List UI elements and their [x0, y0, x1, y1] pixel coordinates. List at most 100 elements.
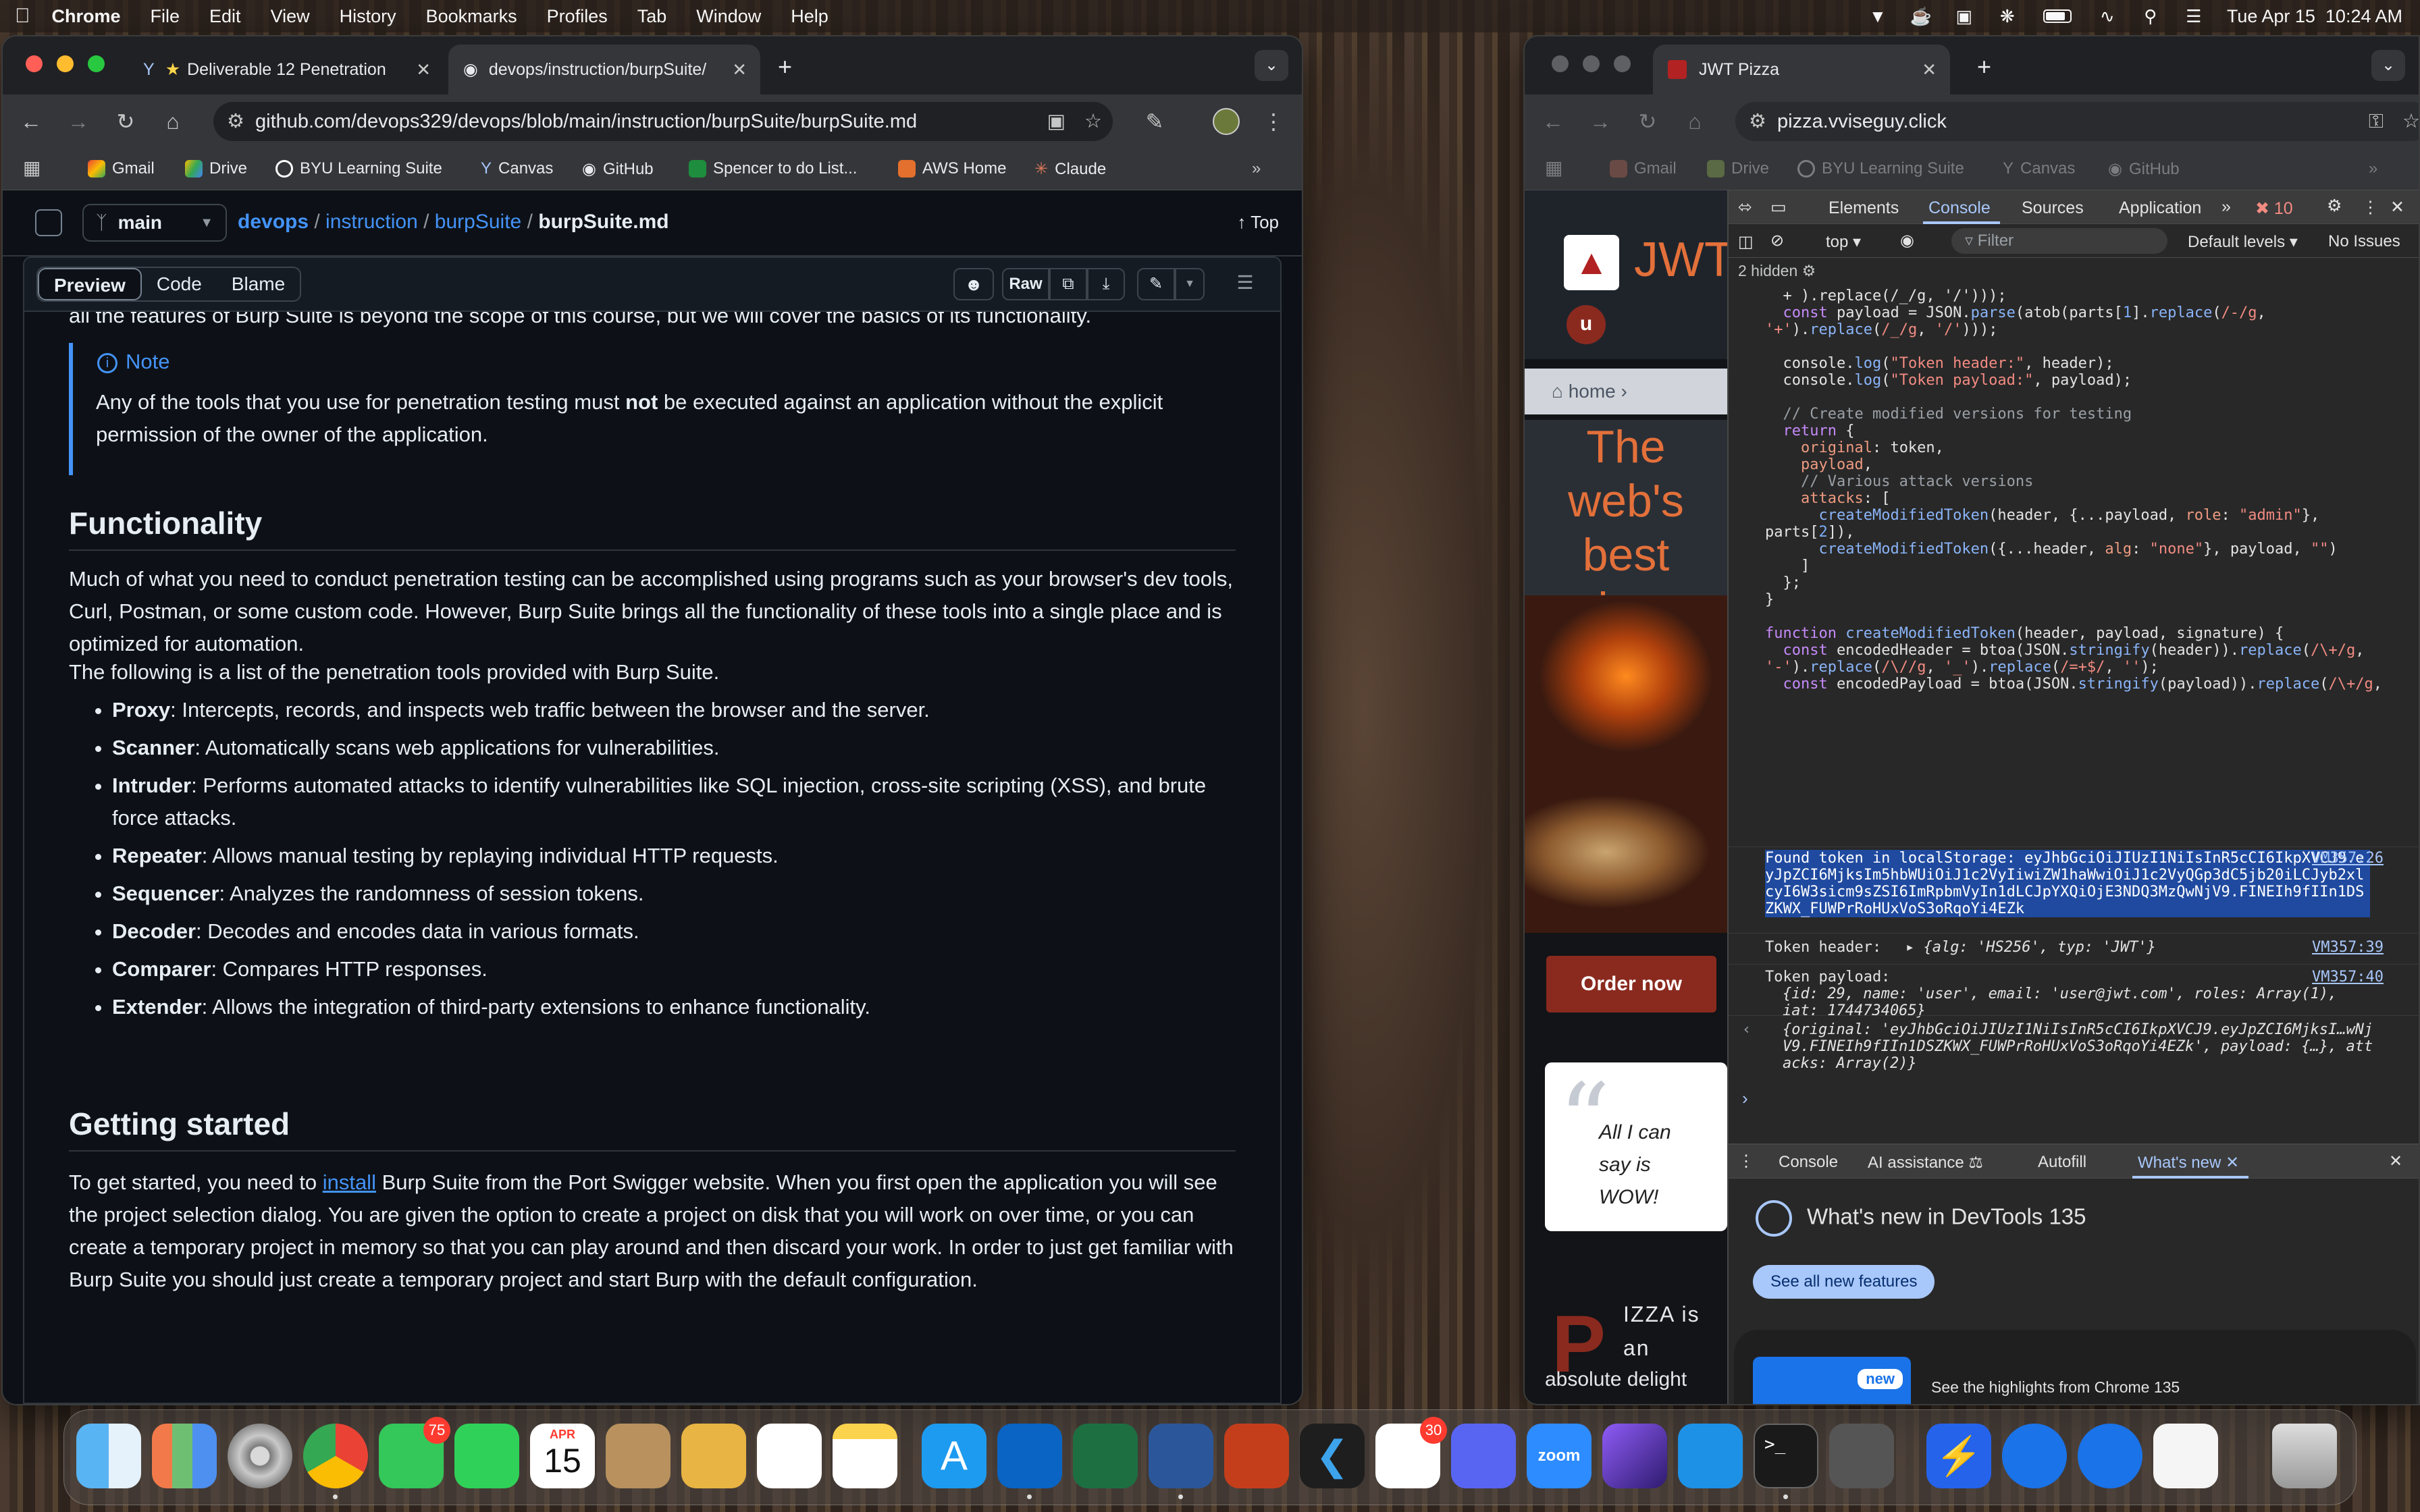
chrome-app-icon[interactable]: [2078, 1424, 2142, 1488]
drawer-tab-whats-new[interactable]: What's new ✕: [2138, 1153, 2239, 1172]
menu-edit[interactable]: Edit: [194, 0, 256, 32]
source-link[interactable]: VM357:40: [2312, 969, 2384, 986]
drawer-menu-icon[interactable]: ⋮: [1738, 1152, 1754, 1171]
bookmark-github[interactable]: ◉ GitHub: [2108, 159, 2180, 179]
source-link[interactable]: VM357:39: [2312, 939, 2384, 956]
tab-github-burpsuite[interactable]: ◉ devops/instruction/burpSuite/ ✕: [448, 45, 760, 94]
bookmark-star-icon[interactable]: ☆: [2402, 102, 2419, 141]
vpn-icon[interactable]: ▼: [1868, 6, 1888, 26]
tab-console[interactable]: Console: [1928, 198, 1991, 218]
close-devtools-icon[interactable]: ✕: [2390, 197, 2404, 217]
finder-icon[interactable]: [76, 1424, 141, 1488]
bookmark-byu[interactable]: BYU Learning Suite: [275, 159, 442, 178]
bookmark-github[interactable]: ◉ GitHub: [582, 159, 654, 179]
forward-icon[interactable]: →: [65, 108, 92, 135]
apple-icon[interactable]: : [0, 0, 45, 32]
error-count[interactable]: ✖ 10: [2255, 198, 2293, 219]
address-bar[interactable]: ⚙ pizza.vviseguy.click ⚿ ☆: [1735, 102, 2419, 141]
password-key-icon[interactable]: ⚿: [2369, 102, 2384, 141]
menu-app-name[interactable]: Chrome: [45, 0, 136, 32]
zoom-window-button[interactable]: [1614, 55, 1631, 72]
discord-icon[interactable]: [1451, 1424, 1516, 1488]
log-levels-dropdown[interactable]: Default levels ▾: [2188, 232, 2298, 252]
console-settings-icon[interactable]: ⚙: [1802, 262, 1816, 279]
word-icon[interactable]: [1149, 1424, 1213, 1499]
launchpad-icon[interactable]: [152, 1424, 217, 1488]
battery-monitor-icon[interactable]: ▣: [1954, 6, 1974, 26]
copilot-icon[interactable]: ☻: [953, 268, 994, 300]
forward-icon[interactable]: →: [1587, 108, 1614, 135]
close-drawer-icon[interactable]: ✕: [2389, 1152, 2402, 1171]
install-link[interactable]: install: [323, 1170, 376, 1194]
proton-vpn-icon[interactable]: [1602, 1424, 1667, 1488]
control-center-icon[interactable]: ☰: [2184, 6, 2204, 26]
facetime-icon[interactable]: [454, 1424, 519, 1488]
new-tab-icon[interactable]: +: [1977, 53, 1991, 81]
tab-jwt-pizza[interactable]: JWT Pizza ✕: [1653, 45, 1950, 94]
more-tabs-icon[interactable]: »: [2221, 197, 2231, 217]
menu-view[interactable]: View: [256, 0, 325, 32]
copy-icon[interactable]: ⧉: [1049, 268, 1087, 300]
contacts-icon[interactable]: [606, 1424, 670, 1488]
site-info-icon[interactable]: ⚙: [227, 102, 244, 141]
bookmark-gmail[interactable]: Gmail: [1610, 159, 1677, 178]
new-tab-icon[interactable]: +: [778, 53, 792, 81]
source-link[interactable]: VM357:26: [2312, 850, 2384, 867]
clear-console-icon[interactable]: ⊘: [1770, 231, 1784, 250]
bookmark-drive[interactable]: Drive: [185, 159, 247, 178]
user-avatar[interactable]: u: [1567, 305, 1606, 344]
breadcrumb-burpsuite[interactable]: burpSuite: [435, 211, 521, 233]
zoom-app-icon[interactable]: zoom: [1527, 1424, 1592, 1488]
see-all-features-button[interactable]: See all new features: [1753, 1265, 1935, 1299]
brand-name[interactable]: JWT: [1634, 232, 1727, 288]
drawer-tab-autofill[interactable]: Autofill: [2038, 1153, 2086, 1172]
notes-icon[interactable]: [833, 1424, 897, 1488]
crumb-home[interactable]: home: [1569, 381, 1616, 402]
fan-icon[interactable]: ❋: [1997, 6, 2018, 26]
pizza-logo[interactable]: ▲: [1564, 235, 1619, 290]
system-settings-icon[interactable]: [228, 1424, 292, 1488]
minimize-window-button[interactable]: [1583, 55, 1600, 72]
edit-dropdown-icon[interactable]: ▼: [1175, 268, 1205, 300]
header-object[interactable]: ▸ {alg: 'HS256', typ: 'JWT'}: [1905, 939, 2156, 956]
search-icon[interactable]: ⚲: [2140, 6, 2161, 26]
battery-icon[interactable]: [2041, 6, 2074, 26]
payload-object[interactable]: {id: 29, name: 'user', email: 'user@jwt.…: [1765, 986, 2359, 1019]
reload-icon[interactable]: ↻: [1634, 108, 1661, 135]
bookmark-byu[interactable]: BYU Learning Suite: [1797, 159, 1964, 178]
extensions-icon[interactable]: ✎: [1141, 108, 1168, 135]
filter-input[interactable]: ▿ Filter: [1951, 228, 2167, 254]
tab-elements[interactable]: Elements: [1829, 198, 1899, 218]
menu-clock[interactable]: Tue Apr 15 10:24 AM: [2227, 6, 2402, 27]
selected-token-block[interactable]: Found token in localStorage: eyJhbGciOiJ…: [1765, 850, 2370, 917]
slack-icon[interactable]: 30: [1375, 1417, 1447, 1488]
iphone-mirroring-icon[interactable]: [1829, 1424, 1894, 1488]
more-bookmarks-icon[interactable]: »: [2369, 159, 2377, 178]
menu-window[interactable]: Window: [681, 0, 776, 32]
messages-icon[interactable]: 75: [379, 1417, 450, 1488]
menu-file[interactable]: File: [136, 0, 195, 32]
devtools-menu-icon[interactable]: ⋮: [2362, 197, 2379, 217]
highlights-card[interactable]: new See the highlights from Chrome 135: [1734, 1330, 2416, 1404]
tab-deliverable[interactable]: Υ ★ Deliverable 12 Penetration ✕: [128, 45, 444, 94]
outlook-icon[interactable]: [997, 1424, 1062, 1499]
menu-kebab-icon[interactable]: ⋮: [1260, 108, 1287, 135]
console-prompt[interactable]: ›: [1742, 1088, 1748, 1109]
result-object[interactable]: {original: 'eyJhbGciOiJIUzI1NiIsInR5cCI6…: [1783, 1021, 2377, 1072]
download-icon[interactable]: ⤓: [1087, 268, 1125, 300]
more-bookmarks-icon[interactable]: »: [1252, 159, 1261, 178]
excel-icon[interactable]: [1073, 1424, 1138, 1488]
apps-icon[interactable]: ▦: [1545, 157, 1562, 179]
tab-preview[interactable]: Preview: [38, 268, 142, 300]
close-tab-icon[interactable]: ✕: [1922, 59, 1937, 80]
sidebar-icon[interactable]: ◫: [1738, 232, 1754, 252]
tab-application[interactable]: Application: [2119, 198, 2201, 218]
calendar-icon[interactable]: APR 15: [530, 1424, 595, 1488]
menu-tab[interactable]: Tab: [623, 0, 682, 32]
order-now-button[interactable]: Order now: [1546, 956, 1716, 1013]
install-icon[interactable]: ▣: [1047, 102, 1066, 141]
terminal-icon[interactable]: >_: [1754, 1424, 1818, 1499]
tab-search-icon[interactable]: ⌄: [1255, 50, 1288, 81]
profile-avatar[interactable]: [1213, 108, 1240, 135]
tab-blame[interactable]: Blame: [217, 268, 300, 300]
